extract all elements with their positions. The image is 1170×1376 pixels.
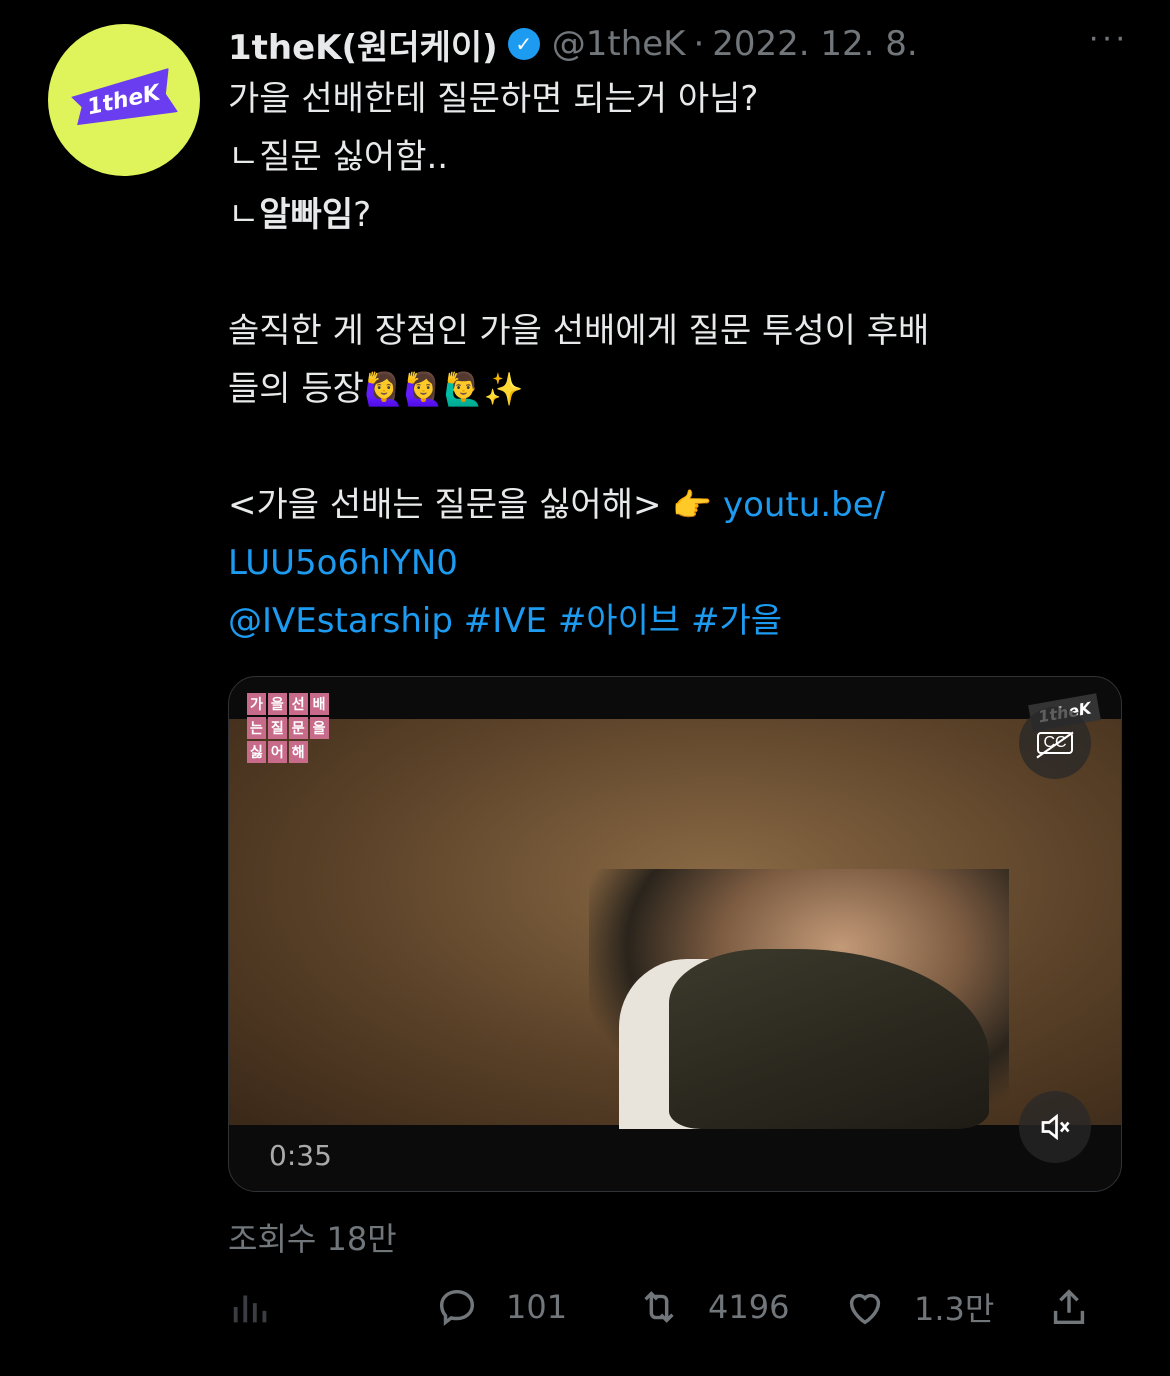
handle[interactable]: @1theK xyxy=(552,24,686,64)
tweet-line: <가을 선배는 질문을 싫어해> 👉 youtu.be/ xyxy=(228,476,1128,534)
tweet-line: ㄴ질문 싫어함.. xyxy=(228,137,449,177)
action-bar: 101 4196 1.3만 xyxy=(228,1284,1098,1344)
hand-raise-emoji-icon: 🙋‍♀️🙋‍♀️🙋‍♂️✨ xyxy=(363,370,524,408)
line-suffix: ? xyxy=(353,195,372,235)
retweet-count: 4196 xyxy=(708,1288,790,1326)
heart-icon xyxy=(849,1293,881,1325)
tweet-line: 솔직한 게 장점인 가을 선배에게 질문 투성이 후배 xyxy=(228,311,930,351)
tweet-line: @IVEstarship #IVE #아이브 #가을 xyxy=(228,592,1128,650)
view-count: 조회수 18만 xyxy=(228,1220,397,1258)
tweet-line: 들의 등장🙋‍♀️🙋‍♀️🙋‍♂️✨ xyxy=(228,360,1128,418)
speaker-muted-icon xyxy=(1041,1113,1070,1141)
hashtag-link[interactable]: #가을 xyxy=(691,601,782,641)
captions-button[interactable]: CC xyxy=(1019,707,1091,779)
line-text: 들의 등장 xyxy=(228,369,364,409)
youtube-link[interactable]: youtu.be/ xyxy=(723,485,885,525)
more-options-icon[interactable]: ··· xyxy=(1088,18,1128,57)
retweet-icon xyxy=(644,1291,674,1323)
verified-badge-icon: ✓ xyxy=(507,28,540,60)
overlay-char: 싫 xyxy=(247,741,266,763)
overlay-char: 을 xyxy=(309,717,329,739)
tweet-header: 1theK(원더케이) ✓ @1theK · 2022. 12. 8. xyxy=(228,18,1128,70)
captions-icon: CC xyxy=(1037,732,1073,754)
retweet-button[interactable]: 4196 xyxy=(636,1284,789,1330)
tweet-line: 가을 선배한테 질문하면 되는거 아님? xyxy=(228,79,759,119)
like-count: 1.3만 xyxy=(914,1290,995,1328)
bold-text: 알빠임 xyxy=(259,195,354,235)
youtube-link-cont[interactable]: LUU5o6hlYN0 xyxy=(228,543,458,583)
overlay-char: 을 xyxy=(267,693,287,715)
analytics-icon xyxy=(233,1295,267,1323)
overlay-char: 는 xyxy=(247,717,266,739)
pointing-hand-emoji-icon: 👉 xyxy=(672,486,713,524)
tweet-text: 가을 선배한테 질문하면 되는거 아님? ㄴ질문 싫어함.. ㄴ알빠임? 솔직한… xyxy=(228,70,1128,650)
overlay-char: 가 xyxy=(247,693,266,715)
avatar[interactable]: 1theK xyxy=(48,24,200,176)
overlay-char: 질 xyxy=(267,717,287,739)
mention-link[interactable]: @IVEstarship xyxy=(228,601,453,641)
separator: · xyxy=(693,24,705,64)
tweet: 1theK(원더케이) ✓ @1theK · 2022. 12. 8. ··· … xyxy=(228,18,1128,650)
tweet-line: LUU5o6hlYN0 xyxy=(228,534,1128,592)
analytics-button[interactable] xyxy=(228,1284,300,1330)
overlay-char: 배 xyxy=(309,693,329,715)
video-frame[interactable] xyxy=(229,719,1121,1129)
overlay-char: 해 xyxy=(288,741,308,763)
reply-count: 101 xyxy=(506,1288,568,1326)
share-icon xyxy=(1053,1289,1085,1325)
avatar-logo: 1theK xyxy=(70,67,179,132)
line-text: <가을 선배는 질문을 싫어해> xyxy=(228,485,673,525)
reply-button[interactable]: 101 xyxy=(434,1284,567,1330)
overlay-char: 어 xyxy=(267,741,287,763)
video-title-overlay: 가 을 선 배 는 질 문 을 싫 어 해 xyxy=(247,693,347,763)
share-button[interactable] xyxy=(1046,1284,1118,1330)
video-timestamp: 0:35 xyxy=(269,1139,332,1172)
overlay-char: 문 xyxy=(288,717,308,739)
like-button[interactable]: 1.3만 xyxy=(842,1284,994,1330)
line-prefix: ㄴ xyxy=(228,195,260,235)
tweet-date[interactable]: 2022. 12. 8. xyxy=(712,24,917,64)
hashtag-link[interactable]: #아이브 xyxy=(558,601,680,641)
overlay-char: 선 xyxy=(288,693,308,715)
video-player[interactable]: 가 을 선 배 는 질 문 을 싫 어 해 1theK CC 0:35 xyxy=(228,676,1122,1192)
tweet-line: ㄴ알빠임? xyxy=(228,186,1128,244)
hashtag-link[interactable]: #IVE xyxy=(464,601,547,641)
unmute-button[interactable] xyxy=(1019,1091,1091,1163)
display-name[interactable]: 1theK(원더케이) xyxy=(228,20,498,69)
reply-icon xyxy=(439,1289,475,1326)
